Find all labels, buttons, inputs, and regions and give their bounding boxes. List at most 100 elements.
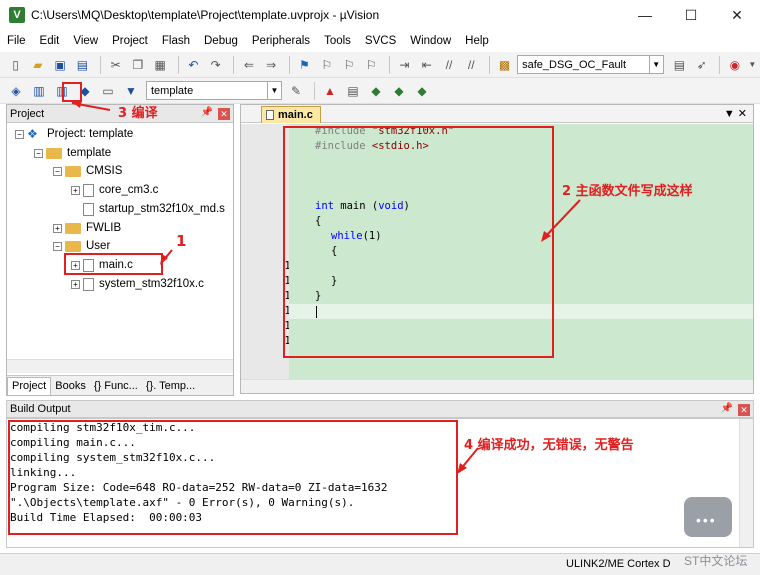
close-icon[interactable]: ✕ — [218, 108, 230, 120]
manage-project-icon[interactable]: ▲ — [320, 81, 340, 101]
tab-label: {} Func... — [93, 379, 138, 392]
editor-tab-main[interactable]: main.c — [261, 106, 321, 123]
target-combo[interactable]: template ▼ — [146, 81, 282, 100]
line-number-gutter: 1 2 3 4 5 6 7 8 9 10 11 12 13 14 15 − − — [241, 124, 308, 379]
tree-file[interactable]: + system_stm32f10x.c — [71, 275, 204, 293]
project-panel-title: Project — [10, 107, 45, 120]
toolbar-separator — [488, 55, 490, 74]
close-button[interactable]: ✕ — [714, 0, 760, 30]
prev-bookmark-icon[interactable]: ⚐ — [317, 55, 336, 75]
tree-file[interactable]: + core_cm3.c — [71, 181, 158, 199]
minimize-button[interactable]: — — [622, 0, 668, 30]
tab-label: Project — [12, 380, 47, 392]
chevron-down-icon[interactable]: ▼ — [748, 55, 758, 75]
download-icon[interactable]: ▼ — [121, 81, 141, 101]
folder-icon — [46, 147, 62, 159]
toolbar-separator — [314, 81, 315, 100]
toolbar-separator — [177, 55, 179, 74]
tree-label: core_cm3.c — [99, 184, 159, 196]
nav-forward-icon[interactable]: ⇒ — [262, 55, 281, 75]
comment-icon[interactable]: // — [439, 55, 458, 75]
undo-icon[interactable]: ↶ — [184, 55, 203, 75]
menu-project[interactable]: Project — [105, 35, 155, 47]
menu-flash[interactable]: Flash — [155, 35, 197, 47]
debug-session-icon[interactable]: ◉ — [725, 55, 744, 75]
build-icon[interactable]: ▥ — [29, 81, 49, 101]
menu-file[interactable]: File — [0, 35, 33, 47]
menu-edit[interactable]: Edit — [33, 35, 67, 47]
tree-file[interactable]: startup_stm32f10x_md.s — [83, 200, 225, 218]
collapse-icon[interactable]: − — [53, 166, 62, 176]
cut-icon[interactable]: ✂ — [106, 55, 125, 75]
expand-icon[interactable]: + — [53, 223, 62, 233]
tab-functions[interactable]: {} Func... — [90, 377, 142, 395]
indent-icon[interactable]: ⇥ — [395, 55, 414, 75]
menu-svcs[interactable]: SVCS — [358, 35, 403, 47]
tab-books[interactable]: Books — [51, 377, 90, 395]
menu-tools[interactable]: Tools — [317, 35, 358, 47]
find-in-files-icon[interactable]: ▩ — [495, 55, 514, 75]
menu-view[interactable]: View — [66, 35, 105, 47]
function-combo[interactable]: safe_DSG_OC_Fault ▼ — [517, 55, 664, 74]
incremental-find-icon[interactable]: ➶ — [692, 55, 711, 75]
expand-icon[interactable]: + — [71, 185, 80, 195]
editor-horizontal-scrollbar[interactable] — [241, 379, 753, 393]
annotation-label-2: 2 主函数文件写成这样 — [562, 184, 693, 199]
build-output-vertical-scrollbar[interactable] — [739, 419, 753, 547]
next-bookmark-icon[interactable]: ⚐ — [339, 55, 358, 75]
uvision-app-icon: V — [9, 7, 25, 23]
chevron-down-icon[interactable]: ▼ — [648, 56, 663, 73]
tree-group-fwlib[interactable]: + FWLIB — [53, 219, 121, 237]
pin-icon[interactable]: 📌 — [721, 403, 733, 414]
close-icon[interactable]: ✕ — [738, 404, 750, 416]
status-bar: ULINK2/ME Cortex D — [0, 553, 760, 575]
menu-debug[interactable]: Debug — [197, 35, 245, 47]
bookmark-icon[interactable]: ⚑ — [295, 55, 314, 75]
save-all-icon[interactable]: ▤ — [73, 55, 92, 75]
select-packs-icon[interactable]: ◆ — [412, 81, 432, 101]
pin-icon[interactable]: 📌 — [201, 107, 213, 118]
stop-build-icon[interactable]: ▭ — [98, 81, 118, 101]
open-folder-icon[interactable]: ▰ — [28, 55, 47, 75]
window-title: C:\Users\MQ\Desktop\template\Project\tem… — [31, 8, 380, 22]
collapse-icon[interactable]: − — [34, 148, 43, 158]
tree-project-root[interactable]: − ❖ Project: template — [15, 125, 133, 143]
translate-icon[interactable]: ◈ — [6, 81, 26, 101]
clear-bookmarks-icon[interactable]: ⚐ — [362, 55, 381, 75]
tree-label: system_stm32f10x.c — [99, 278, 204, 290]
manage-components-icon[interactable]: ▤ — [343, 81, 363, 101]
unindent-icon[interactable]: ⇤ — [417, 55, 436, 75]
tree-label: Project: template — [47, 128, 134, 140]
target-options-icon[interactable]: ✎ — [286, 81, 306, 101]
tab-project[interactable]: Project — [7, 376, 52, 395]
find-icon[interactable]: ▤ — [670, 55, 689, 75]
project-horizontal-scrollbar[interactable] — [7, 359, 233, 373]
copy-icon[interactable]: ❐ — [128, 55, 147, 75]
tree-group-cmsis[interactable]: − CMSIS — [53, 162, 122, 180]
editor-tab-controls[interactable]: ▼ ✕ — [724, 107, 747, 120]
redo-icon[interactable]: ↷ — [206, 55, 225, 75]
menu-peripherals[interactable]: Peripherals — [245, 35, 317, 47]
paste-icon[interactable]: ▦ — [151, 55, 170, 75]
menu-window[interactable]: Window — [403, 35, 458, 47]
run-time-env-icon[interactable]: ◆ — [366, 81, 386, 101]
maximize-button[interactable]: ☐ — [668, 0, 714, 30]
build-output-header: Build Output 📌 ✕ — [6, 400, 754, 418]
editor-tab-bar: main.c ▼ ✕ — [241, 105, 753, 123]
file-toolbar: ▯ ▰ ▣ ▤ ✂ ❐ ▦ ↶ ↷ ⇐ ⇒ ⚑ ⚐ ⚐ ⚐ ⇥ ⇤ // // … — [0, 52, 760, 78]
toolbar-separator — [100, 55, 102, 74]
nav-back-icon[interactable]: ⇐ — [239, 55, 258, 75]
tree-label: FWLIB — [86, 222, 122, 234]
pack-installer-icon[interactable]: ◆ — [389, 81, 409, 101]
save-icon[interactable]: ▣ — [51, 55, 70, 75]
tree-target[interactable]: − template — [34, 144, 111, 162]
uncomment-icon[interactable]: // — [462, 55, 481, 75]
menu-help[interactable]: Help — [458, 35, 496, 47]
tab-templates[interactable]: {}. Temp... — [142, 377, 199, 395]
annotation-box-build-button — [62, 82, 82, 102]
new-file-icon[interactable]: ▯ — [6, 55, 25, 75]
collapse-icon[interactable]: − — [53, 241, 62, 251]
collapse-icon[interactable]: − — [15, 129, 24, 139]
chevron-down-icon[interactable]: ▼ — [267, 82, 281, 99]
expand-icon[interactable]: + — [71, 279, 80, 289]
